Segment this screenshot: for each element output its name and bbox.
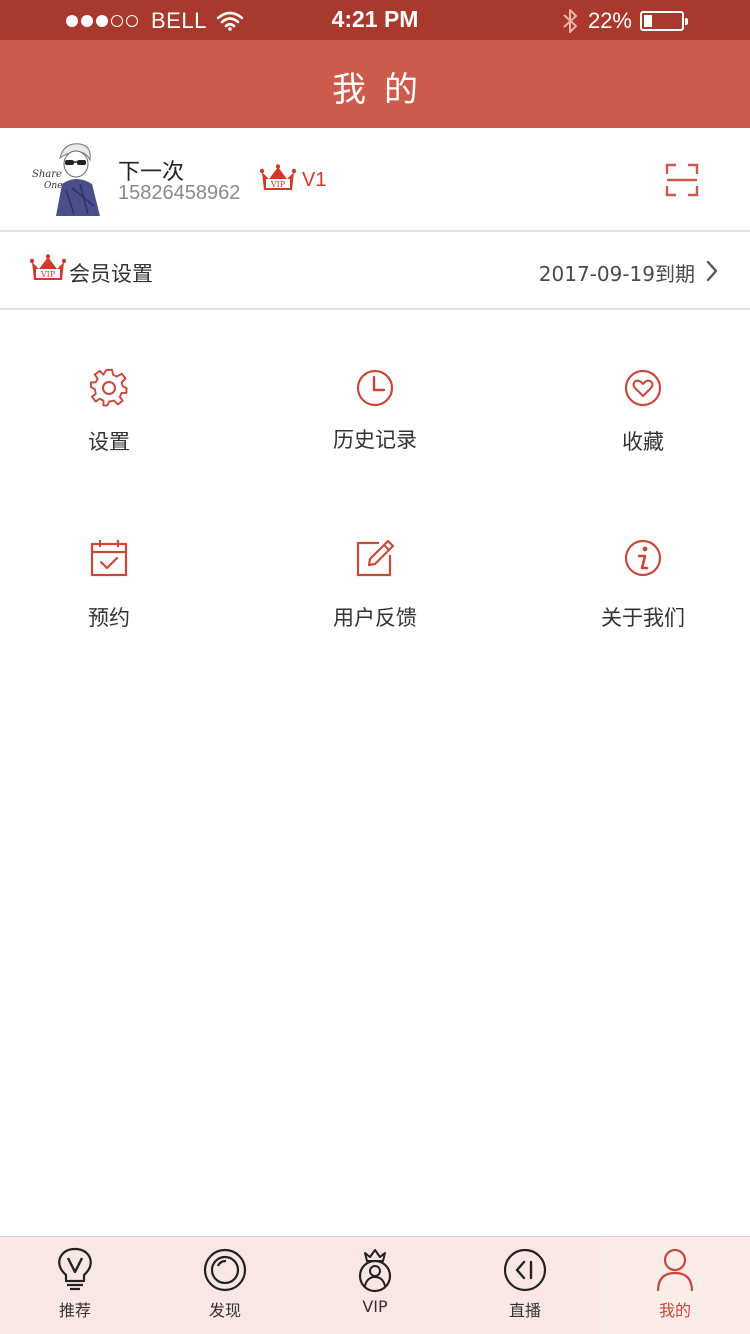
profile-header[interactable]: Share One 下一次 15826458962 VIP V1 [0,128,750,232]
calendar-check-icon [90,540,128,577]
grid-item-feedback[interactable]: 用户反馈 [250,538,500,668]
tab-bar: 推荐 发现 VIP 直播 我的 [0,1236,750,1334]
battery-level [644,15,652,27]
grid-item-reservation[interactable]: 预约 [0,538,234,668]
avatar[interactable]: Share One [30,140,106,216]
page-title: 我的 [332,70,436,110]
grid-item-favorites[interactable]: 收藏 [518,368,750,498]
tab-live[interactable]: 直播 [450,1237,600,1334]
grid-label: 设置 [88,430,130,454]
person-icon [656,1248,694,1292]
edit-icon [356,539,395,577]
svg-text:One: One [44,181,63,191]
grid-label: 收藏 [622,430,664,454]
vip-crown-icon: VIP [30,254,66,280]
grid-label: 关于我们 [601,606,685,630]
svg-text:Share: Share [32,169,62,180]
grid-label: 历史记录 [333,428,417,452]
svg-text:VIP: VIP [40,270,56,279]
info-icon [624,539,662,577]
discover-icon [203,1248,247,1292]
heart-icon [624,369,662,407]
gear-icon [90,368,128,407]
tab-discover[interactable]: 发现 [150,1237,300,1334]
vip-level: V1 [302,169,327,191]
svg-text:VIP: VIP [270,180,286,189]
grid-label: 用户反馈 [333,606,417,630]
tab-vip[interactable]: VIP [300,1237,450,1334]
member-settings-label: 会员设置 [69,262,153,286]
battery-icon [640,11,688,31]
vip-person-icon [358,1249,392,1293]
tab-label: 推荐 [58,1301,91,1320]
battery-percentage: 22% [587,8,632,33]
tab-mine[interactable]: 我的 [600,1237,750,1334]
member-settings-row[interactable]: VIP 会员设置 2017-09-19到期 [0,234,750,310]
tab-recommend[interactable]: 推荐 [0,1237,150,1334]
live-back-icon [503,1248,547,1292]
bulb-icon [58,1247,92,1291]
tab-label: VIP [362,1297,388,1316]
vip-crown-icon: VIP [260,164,296,190]
tab-label: 直播 [508,1301,541,1320]
tab-label: 我的 [658,1301,691,1320]
member-expiry-date: 2017-09-19到期 [538,262,695,286]
grid-item-settings[interactable]: 设置 [0,368,234,498]
tab-label: 发现 [208,1301,241,1320]
grid-item-history[interactable]: 历史记录 [250,368,500,498]
nav-bar: 我的 [0,40,750,128]
bluetooth-icon [563,9,577,33]
grid-item-about[interactable]: 关于我们 [518,538,750,668]
grid-label: 预约 [88,606,130,630]
app-screen: BELL 4:21 PM 22% 我的 Share One 下一次 158264… [0,0,750,1334]
clock-icon [356,369,394,407]
status-bar: BELL 4:21 PM 22% [0,0,750,40]
status-right: 22% [562,6,688,36]
user-phone: 15826458962 [118,182,241,204]
chevron-right-icon [706,260,718,282]
scan-icon[interactable] [664,162,700,198]
